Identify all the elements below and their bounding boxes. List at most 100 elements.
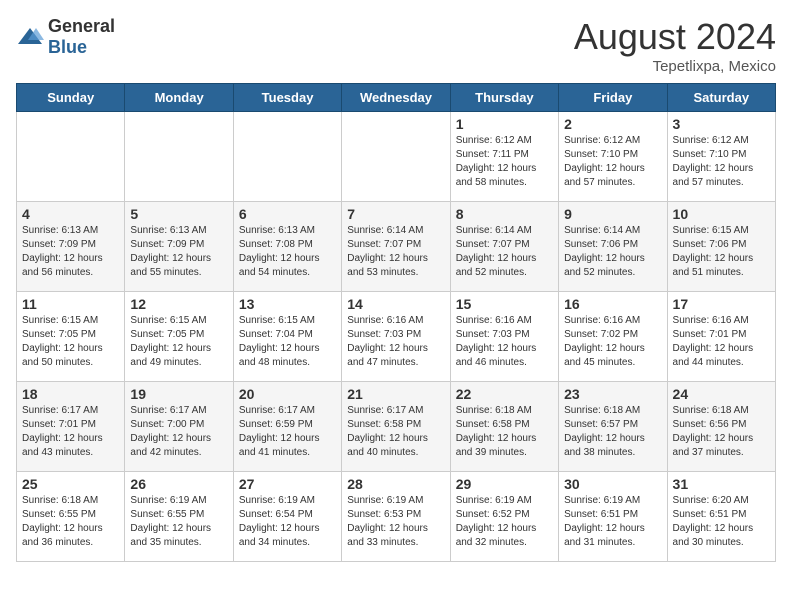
cell-info: Sunrise: 6:18 AM Sunset: 6:58 PM Dayligh… xyxy=(456,404,553,460)
day-number: 10 xyxy=(673,206,770,222)
cell-info: Sunrise: 6:17 AM Sunset: 6:59 PM Dayligh… xyxy=(239,404,336,460)
calendar-cell: 15 Sunrise: 6:16 AM Sunset: 7:03 PM Dayli… xyxy=(450,292,558,382)
day-header-thursday: Thursday xyxy=(450,84,558,112)
page-header: General Blue August 2024 Tepetlixpa, Mex… xyxy=(16,16,776,75)
calendar-cell: 16 Sunrise: 6:16 AM Sunset: 7:02 PM Dayli… xyxy=(559,292,667,382)
day-number: 27 xyxy=(239,476,336,492)
calendar-cell: 10 Sunrise: 6:15 AM Sunset: 7:06 PM Dayli… xyxy=(667,202,775,292)
day-number: 29 xyxy=(456,476,553,492)
calendar-cell xyxy=(233,112,341,202)
day-number: 31 xyxy=(673,476,770,492)
logo: General Blue xyxy=(16,16,115,58)
day-number: 28 xyxy=(347,476,444,492)
calendar-cell: 25 Sunrise: 6:18 AM Sunset: 6:55 PM Dayli… xyxy=(17,472,125,562)
cell-info: Sunrise: 6:19 AM Sunset: 6:52 PM Dayligh… xyxy=(456,494,553,550)
logo-general: General xyxy=(48,16,115,36)
calendar-cell: 17Sunrise: 6:16 AM Sunset: 7:01 PM Dayli… xyxy=(667,292,775,382)
day-number: 26 xyxy=(130,476,227,492)
calendar-cell: 29 Sunrise: 6:19 AM Sunset: 6:52 PM Dayli… xyxy=(450,472,558,562)
calendar-cell: 19Sunrise: 6:17 AM Sunset: 7:00 PM Dayli… xyxy=(125,382,233,472)
calendar-cell: 31 Sunrise: 6:20 AM Sunset: 6:51 PM Dayli… xyxy=(667,472,775,562)
calendar-cell: 6Sunrise: 6:13 AM Sunset: 7:08 PM Daylig… xyxy=(233,202,341,292)
calendar-table: SundayMondayTuesdayWednesdayThursdayFrid… xyxy=(16,83,776,562)
day-number: 5 xyxy=(130,206,227,222)
day-header-friday: Friday xyxy=(559,84,667,112)
cell-info: Sunrise: 6:14 AM Sunset: 7:07 PM Dayligh… xyxy=(456,224,553,280)
day-header-saturday: Saturday xyxy=(667,84,775,112)
day-number: 4 xyxy=(22,206,119,222)
calendar-cell: 26 Sunrise: 6:19 AM Sunset: 6:55 PM Dayli… xyxy=(125,472,233,562)
day-number: 3 xyxy=(673,116,770,132)
cell-info: Sunrise: 6:13 AM Sunset: 7:09 PM Dayligh… xyxy=(130,224,227,280)
cell-info: Sunrise: 6:18 AM Sunset: 6:57 PM Dayligh… xyxy=(564,404,661,460)
day-number: 18 xyxy=(22,386,119,402)
cell-info: Sunrise: 6:13 AM Sunset: 7:08 PM Dayligh… xyxy=(239,224,336,280)
day-number: 7 xyxy=(347,206,444,222)
week-row-5: 25 Sunrise: 6:18 AM Sunset: 6:55 PM Dayli… xyxy=(17,472,776,562)
day-number: 1 xyxy=(456,116,553,132)
day-number: 25 xyxy=(22,476,119,492)
calendar-cell: 1Sunrise: 6:12 AM Sunset: 7:11 PM Daylig… xyxy=(450,112,558,202)
cell-info: Sunrise: 6:18 AM Sunset: 6:56 PM Dayligh… xyxy=(673,404,770,460)
cell-info: Sunrise: 6:15 AM Sunset: 7:05 PM Dayligh… xyxy=(130,314,227,370)
cell-info: Sunrise: 6:20 AM Sunset: 6:51 PM Dayligh… xyxy=(673,494,770,550)
cell-info: Sunrise: 6:17 AM Sunset: 6:58 PM Dayligh… xyxy=(347,404,444,460)
day-number: 21 xyxy=(347,386,444,402)
calendar-cell: 18Sunrise: 6:17 AM Sunset: 7:01 PM Dayli… xyxy=(17,382,125,472)
cell-info: Sunrise: 6:15 AM Sunset: 7:04 PM Dayligh… xyxy=(239,314,336,370)
cell-info: Sunrise: 6:19 AM Sunset: 6:55 PM Dayligh… xyxy=(130,494,227,550)
day-header-wednesday: Wednesday xyxy=(342,84,450,112)
cell-info: Sunrise: 6:15 AM Sunset: 7:05 PM Dayligh… xyxy=(22,314,119,370)
day-number: 2 xyxy=(564,116,661,132)
day-number: 14 xyxy=(347,296,444,312)
calendar-cell: 22 Sunrise: 6:18 AM Sunset: 6:58 PM Dayli… xyxy=(450,382,558,472)
logo-icon xyxy=(16,26,44,48)
cell-info: Sunrise: 6:18 AM Sunset: 6:55 PM Dayligh… xyxy=(22,494,119,550)
day-number: 9 xyxy=(564,206,661,222)
calendar-cell: 3 Sunrise: 6:12 AM Sunset: 7:10 PM Daylig… xyxy=(667,112,775,202)
day-number: 16 xyxy=(564,296,661,312)
day-number: 8 xyxy=(456,206,553,222)
page-title: August 2024 xyxy=(574,16,776,58)
logo-blue: Blue xyxy=(48,37,87,57)
day-header-tuesday: Tuesday xyxy=(233,84,341,112)
cell-info: Sunrise: 6:16 AM Sunset: 7:03 PM Dayligh… xyxy=(456,314,553,370)
calendar-cell: 28Sunrise: 6:19 AM Sunset: 6:53 PM Dayli… xyxy=(342,472,450,562)
day-header-sunday: Sunday xyxy=(17,84,125,112)
calendar-cell: 20 Sunrise: 6:17 AM Sunset: 6:59 PM Dayli… xyxy=(233,382,341,472)
calendar-cell: 24Sunrise: 6:18 AM Sunset: 6:56 PM Dayli… xyxy=(667,382,775,472)
calendar-cell: 14 Sunrise: 6:16 AM Sunset: 7:03 PM Dayli… xyxy=(342,292,450,382)
cell-info: Sunrise: 6:14 AM Sunset: 7:06 PM Dayligh… xyxy=(564,224,661,280)
cell-info: Sunrise: 6:16 AM Sunset: 7:02 PM Dayligh… xyxy=(564,314,661,370)
calendar-cell: 2 Sunrise: 6:12 AM Sunset: 7:10 PM Daylig… xyxy=(559,112,667,202)
cell-info: Sunrise: 6:13 AM Sunset: 7:09 PM Dayligh… xyxy=(22,224,119,280)
week-row-4: 18Sunrise: 6:17 AM Sunset: 7:01 PM Dayli… xyxy=(17,382,776,472)
day-number: 12 xyxy=(130,296,227,312)
day-number: 15 xyxy=(456,296,553,312)
cell-info: Sunrise: 6:16 AM Sunset: 7:03 PM Dayligh… xyxy=(347,314,444,370)
calendar-cell xyxy=(125,112,233,202)
title-area: August 2024 Tepetlixpa, Mexico xyxy=(574,16,776,75)
day-number: 30 xyxy=(564,476,661,492)
day-number: 20 xyxy=(239,386,336,402)
calendar-cell: 9 Sunrise: 6:14 AM Sunset: 7:06 PM Daylig… xyxy=(559,202,667,292)
day-number: 13 xyxy=(239,296,336,312)
cell-info: Sunrise: 6:12 AM Sunset: 7:10 PM Dayligh… xyxy=(564,134,661,190)
week-row-3: 11Sunrise: 6:15 AM Sunset: 7:05 PM Dayli… xyxy=(17,292,776,382)
day-number: 19 xyxy=(130,386,227,402)
day-number: 23 xyxy=(564,386,661,402)
calendar-cell xyxy=(17,112,125,202)
day-header-monday: Monday xyxy=(125,84,233,112)
header-row: SundayMondayTuesdayWednesdayThursdayFrid… xyxy=(17,84,776,112)
cell-info: Sunrise: 6:14 AM Sunset: 7:07 PM Dayligh… xyxy=(347,224,444,280)
cell-info: Sunrise: 6:12 AM Sunset: 7:10 PM Dayligh… xyxy=(673,134,770,190)
cell-info: Sunrise: 6:16 AM Sunset: 7:01 PM Dayligh… xyxy=(673,314,770,370)
week-row-2: 4 Sunrise: 6:13 AM Sunset: 7:09 PM Daylig… xyxy=(17,202,776,292)
calendar-cell: 30Sunrise: 6:19 AM Sunset: 6:51 PM Dayli… xyxy=(559,472,667,562)
day-number: 22 xyxy=(456,386,553,402)
cell-info: Sunrise: 6:15 AM Sunset: 7:06 PM Dayligh… xyxy=(673,224,770,280)
calendar-cell: 23 Sunrise: 6:18 AM Sunset: 6:57 PM Dayli… xyxy=(559,382,667,472)
cell-info: Sunrise: 6:19 AM Sunset: 6:54 PM Dayligh… xyxy=(239,494,336,550)
calendar-cell: 5 Sunrise: 6:13 AM Sunset: 7:09 PM Daylig… xyxy=(125,202,233,292)
week-row-1: 1Sunrise: 6:12 AM Sunset: 7:11 PM Daylig… xyxy=(17,112,776,202)
